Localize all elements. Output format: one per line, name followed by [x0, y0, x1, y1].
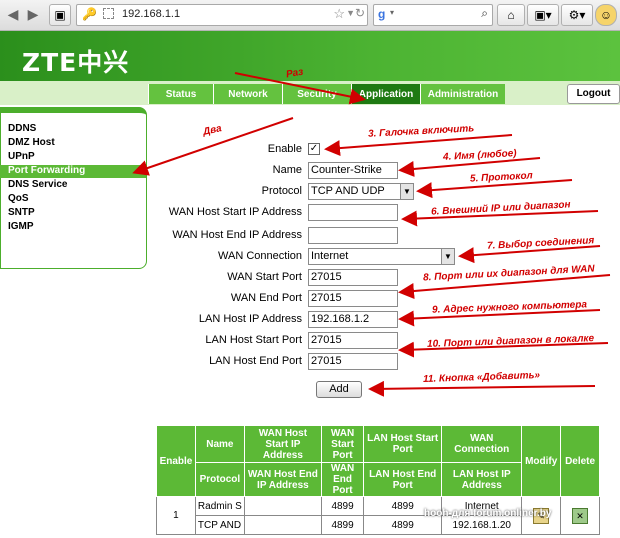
th-wan-connection: WAN Connection [441, 425, 523, 463]
row-wan-end-port: 4899 [320, 515, 365, 535]
arrow-11 [368, 380, 596, 397]
th-wan-end-ip: WAN Host End IP Address [243, 462, 322, 497]
row-wan-start-ip [243, 496, 322, 516]
th-enable: Enable [156, 425, 196, 497]
row-wan-end-ip [243, 515, 322, 535]
th-delete: Delete [560, 425, 600, 497]
arrow-3 [324, 134, 513, 157]
th-protocol: Protocol [194, 462, 245, 497]
th-wan-start-ip: WAN Host Start IP Address [243, 425, 322, 463]
th-wan-start-port: WAN Start Port [320, 425, 365, 463]
row-wan-start-port: 4899 [320, 496, 365, 516]
th-wan-end-port: WAN End Port [320, 462, 365, 497]
th-lan-start-port: LAN Host Start Port [363, 425, 443, 463]
row-delete-cell: ✕ [560, 496, 600, 535]
row-protocol: TCP AND [194, 515, 245, 535]
th-modify: Modify [521, 425, 562, 497]
row-name: Radmin S [194, 496, 245, 516]
row-index: 1 [156, 496, 196, 535]
watermark: hooh-для forum.onliner.by [424, 508, 552, 519]
th-name: Name [194, 425, 245, 463]
th-lan-ip: LAN Host IP Address [441, 462, 523, 497]
th-lan-end-port: LAN Host End Port [363, 462, 443, 497]
delete-icon[interactable]: ✕ [572, 507, 589, 524]
